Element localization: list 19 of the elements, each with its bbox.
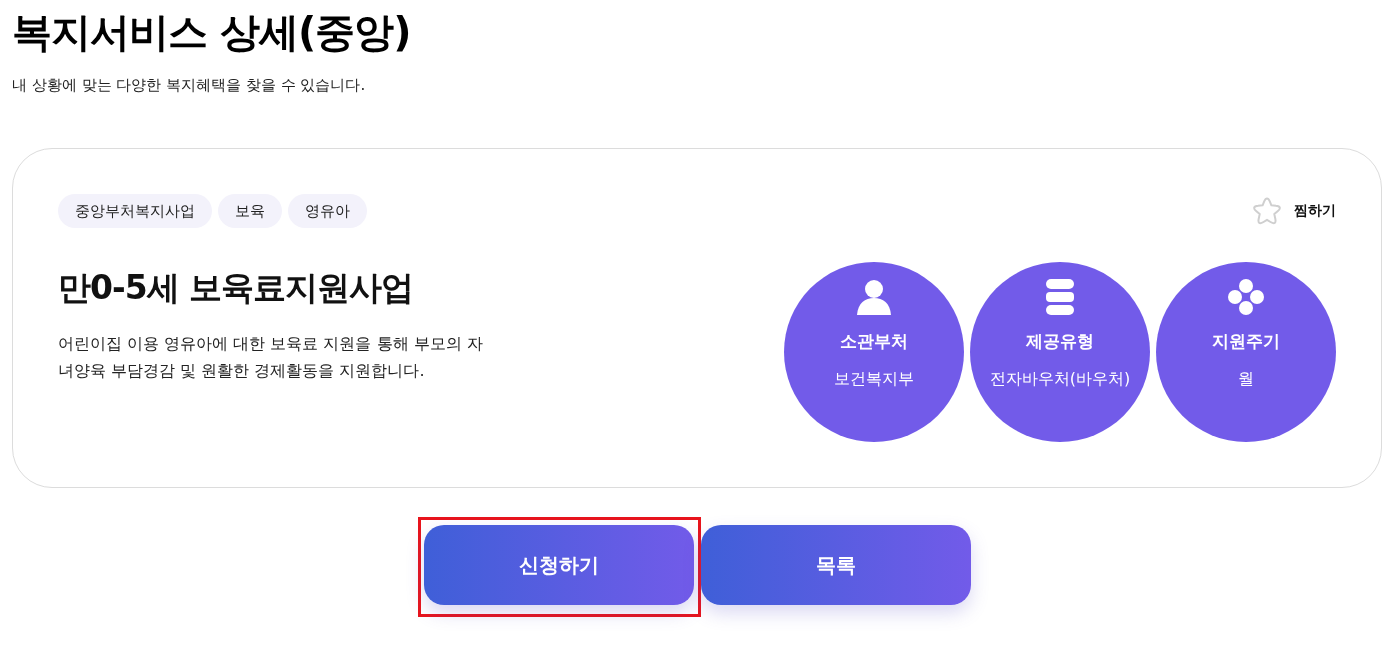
info-value: 전자바우처(바우처) [989, 368, 1131, 390]
database-icon [1046, 279, 1074, 315]
page-subtitle: 내 상황에 맞는 다양한 복지혜택을 찾을 수 있습니다. [12, 75, 366, 96]
category-tag: 영유아 [288, 194, 367, 228]
info-label: 지원주기 [1212, 330, 1280, 353]
apply-button[interactable]: 신청하기 [423, 525, 694, 605]
info-value: 보건복지부 [834, 368, 914, 390]
person-icon [856, 279, 892, 315]
category-tag: 보육 [218, 194, 282, 228]
info-value: 월 [1238, 368, 1254, 390]
page-title: 복지서비스 상세(중앙) [12, 8, 411, 57]
service-description: 어린이집 이용 영유아에 대한 보육료 지원을 통해 부모의 자녀양육 부담경감 및 원활한 경제활동을 지원합니다. [58, 333, 484, 382]
category-tag: 중앙부처복지사업 [58, 194, 212, 228]
four-dots-icon [1228, 279, 1264, 315]
info-label: 제공유형 [1026, 330, 1094, 353]
service-name: 만0-5세 보육료지원사업 [58, 267, 414, 309]
favorite-button[interactable]: 찜하기 [1252, 194, 1336, 228]
info-label: 소관부처 [840, 330, 908, 353]
list-button[interactable]: 목록 [700, 525, 971, 605]
